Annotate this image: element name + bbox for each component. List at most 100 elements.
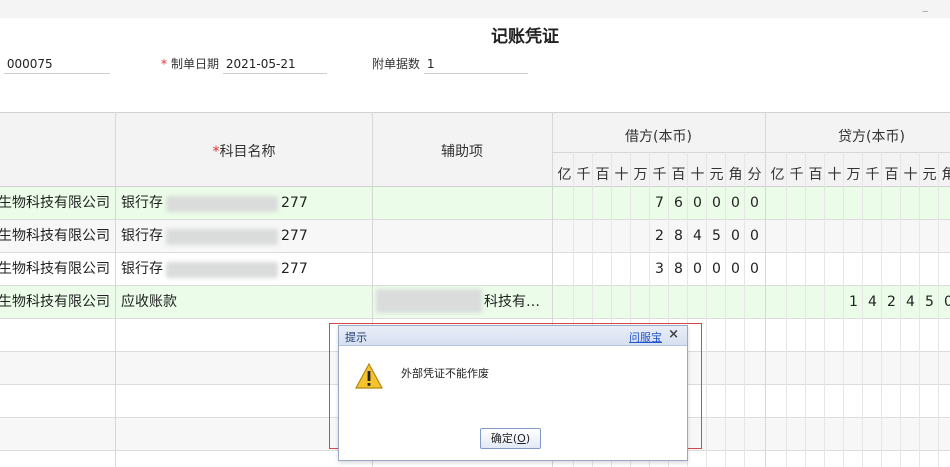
voucher-number-input[interactable]: 000075 — [3, 55, 110, 74]
table-row[interactable]: 生物科技有限公司 银行存 277 7 6 0 0 0 0 — [0, 187, 950, 220]
credit-digit-header: 百 — [808, 167, 823, 183]
column-divider — [843, 152, 844, 467]
debit-digit-header: 分 — [747, 167, 762, 183]
debit-amount-digit: 0 — [750, 261, 759, 277]
column-divider — [744, 152, 745, 467]
debit-digit-header: 千 — [576, 167, 591, 183]
credit-amount-digit: 4 — [906, 294, 915, 310]
credit-amount-digit: 5 — [925, 294, 934, 310]
dialog-body: 外部凭证不能作废 确定(O) — [339, 347, 687, 460]
credit-amount-digit: 4 — [868, 294, 877, 310]
debit-amount-digit: 0 — [731, 228, 740, 244]
table-row[interactable]: 生物科技有限公司 银行存 277 2 8 4 5 0 0 — [0, 220, 950, 253]
voucher-date-label: 制单日期 — [171, 57, 220, 71]
page-title: 记账凭证 — [491, 27, 559, 47]
column-divider — [115, 112, 116, 467]
required-mark: * — [161, 57, 167, 71]
dialog-title: 提示 — [345, 331, 367, 344]
debit-amount-digit: 6 — [674, 195, 683, 211]
voucher-number-field: 号 000075 — [0, 55, 110, 75]
attachments-field: 附单据数 1 — [372, 55, 528, 75]
debit-digit-header: 十 — [690, 167, 705, 183]
column-divider — [765, 112, 766, 467]
debit-amount-digit: 0 — [712, 261, 721, 277]
credit-digit-header: 千 — [865, 167, 880, 183]
debit-amount-digit: 0 — [693, 195, 702, 211]
column-divider — [862, 152, 863, 467]
credit-digit-header: 十 — [827, 167, 842, 183]
redacted-blur — [166, 229, 278, 245]
account-suffix: 277 — [281, 228, 308, 244]
debit-amount-digit: 0 — [731, 195, 740, 211]
debit-amount-digit: 2 — [655, 228, 664, 244]
debit-digit-header: 元 — [709, 167, 724, 183]
table-row[interactable]: 生物科技有限公司 银行存 277 3 8 0 0 0 0 — [0, 253, 950, 286]
redacted-blur — [376, 289, 482, 313]
credit-digit-header: 百 — [884, 167, 899, 183]
debit-amount-digit: 0 — [731, 261, 740, 277]
credit-digit-header: 元 — [922, 167, 937, 183]
debit-digit-header: 万 — [633, 167, 648, 183]
account-column-header: *科目名称 — [212, 144, 276, 160]
summary-cell[interactable]: 生物科技有限公司 — [0, 253, 110, 285]
table-row[interactable]: 生物科技有限公司 应收账款 科技有… 1 4 2 4 5 0 — [0, 286, 950, 319]
aux-cell[interactable]: 科技有… — [484, 286, 540, 318]
debit-digit-header: 亿 — [557, 167, 572, 183]
account-cell[interactable]: 银行存 — [121, 187, 163, 219]
voucher-date-input[interactable]: 2021-05-21 — [222, 55, 327, 74]
ok-button[interactable]: 确定(O) — [480, 428, 541, 449]
credit-digit-header: 万 — [846, 167, 861, 183]
account-suffix: 277 — [281, 195, 308, 211]
debit-amount-digit: 7 — [655, 195, 664, 211]
account-cell[interactable]: 应收账款 — [121, 286, 177, 318]
debit-amount-digit: 8 — [674, 261, 683, 277]
prompt-dialog: 提示 问服宝 × 外部凭证不能作废 确定(O) — [338, 325, 688, 461]
summary-cell[interactable]: 生物科技有限公司 — [0, 187, 110, 219]
credit-digit-header: 千 — [789, 167, 804, 183]
aux-column-header: 辅助项 — [441, 144, 483, 160]
attachments-label: 附单据数 — [372, 57, 421, 71]
credit-digit-header: 角 — [941, 167, 950, 183]
debit-digit-header: 百 — [671, 167, 686, 183]
credit-digit-header: 十 — [903, 167, 918, 183]
debit-amount-digit: 0 — [750, 195, 759, 211]
credit-amount-digit: 1 — [849, 294, 858, 310]
account-cell[interactable]: 银行存 — [121, 253, 163, 285]
credit-amount-digit: 0 — [944, 294, 950, 310]
credit-column-header: 贷方(本币) — [838, 129, 905, 145]
debit-amount-digit: 0 — [750, 228, 759, 244]
redacted-blur — [166, 262, 278, 278]
credit-amount-digit: 2 — [887, 294, 896, 310]
column-divider — [786, 152, 787, 467]
summary-cell[interactable]: 生物科技有限公司 — [0, 220, 110, 252]
table-header: *科目名称 辅助项 借方(本币) 贷方(本币) 亿亿千千百百十十万万千千百百十十… — [0, 112, 950, 187]
column-divider — [725, 152, 726, 467]
minimize-button[interactable]: _ — [923, 0, 929, 11]
debit-digit-header: 千 — [652, 167, 667, 183]
debit-digit-header: 十 — [614, 167, 629, 183]
help-link[interactable]: 问服宝 — [629, 329, 662, 345]
attachments-input[interactable]: 1 — [423, 55, 528, 74]
dialog-message: 外部凭证不能作废 — [401, 367, 489, 380]
column-divider — [900, 152, 901, 467]
account-cell[interactable]: 银行存 — [121, 220, 163, 252]
redacted-blur — [166, 196, 278, 212]
column-divider — [938, 152, 939, 467]
column-divider — [919, 152, 920, 467]
window-title-bar: _ — [0, 0, 950, 18]
column-divider — [805, 152, 806, 467]
close-icon[interactable]: × — [668, 327, 679, 342]
dialog-header: 提示 问服宝 × — [339, 326, 687, 346]
debit-amount-digit: 3 — [655, 261, 664, 277]
column-divider — [881, 152, 882, 467]
voucher-date-field: * 制单日期 2021-05-21 — [161, 55, 327, 75]
summary-cell[interactable]: 生物科技有限公司 — [0, 286, 110, 318]
debit-column-header: 借方(本币) — [625, 129, 692, 145]
warning-icon — [355, 363, 383, 389]
debit-amount-digit: 0 — [712, 195, 721, 211]
debit-amount-digit: 4 — [693, 228, 702, 244]
debit-amount-digit: 0 — [693, 261, 702, 277]
debit-digit-header: 百 — [595, 167, 610, 183]
column-divider — [706, 152, 707, 467]
debit-amount-digit: 8 — [674, 228, 683, 244]
